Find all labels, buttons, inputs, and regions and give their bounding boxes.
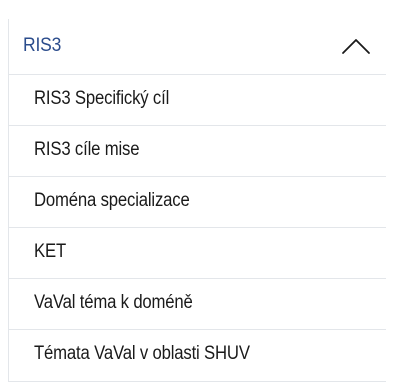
submenu-item-label: KET: [34, 241, 66, 262]
chevron-up-icon[interactable]: [340, 34, 372, 56]
ris3-menu-panel: RIS3 RIS3 Specifický cíl RIS3 cíle mise …: [0, 0, 394, 385]
chevron-up-icon-graphic: [342, 39, 370, 54]
ris3-section-header[interactable]: RIS3: [8, 19, 386, 75]
submenu-item-label: Témata VaVal v oblasti SHUV: [34, 343, 250, 364]
submenu-item-label: VaVal téma k doméně: [34, 292, 193, 313]
submenu-item-vaval-tema-k-domene[interactable]: VaVal téma k doméně: [8, 279, 386, 330]
submenu-item-label: RIS3 cíle mise: [34, 139, 140, 160]
submenu-item-ket[interactable]: KET: [8, 228, 386, 279]
submenu-item-ris3-cile-mise[interactable]: RIS3 cíle mise: [8, 126, 386, 177]
submenu-item-temata-vaval-v-oblasti-shuv[interactable]: Témata VaVal v oblasti SHUV: [8, 330, 386, 382]
submenu-item-ris3-specificky-cil[interactable]: RIS3 Specifický cíl: [8, 75, 386, 126]
submenu-item-label: RIS3 Specifický cíl: [34, 88, 170, 109]
submenu-item-domena-specializace[interactable]: Doména specializace: [8, 177, 386, 228]
submenu-list: RIS3 Specifický cíl RIS3 cíle mise Domén…: [8, 75, 386, 382]
submenu-item-label: Doména specializace: [34, 190, 190, 211]
section-title: RIS3: [23, 35, 62, 56]
